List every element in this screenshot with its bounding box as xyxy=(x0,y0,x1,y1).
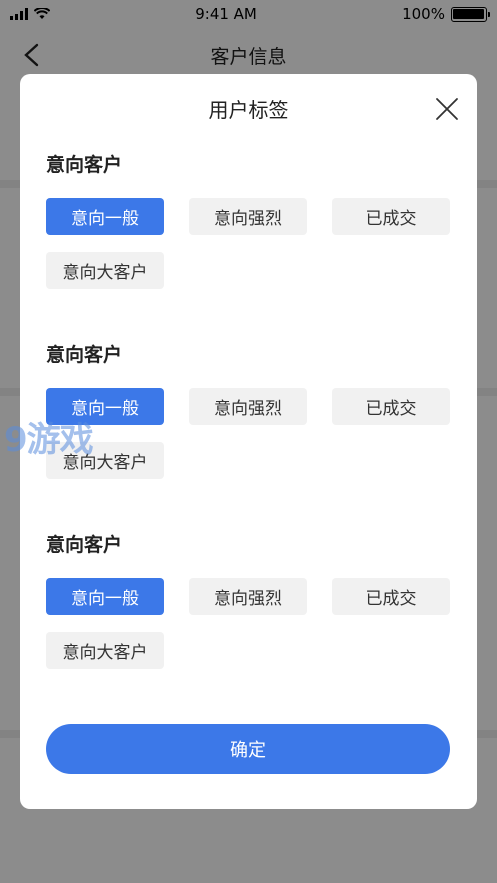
tag-option[interactable]: 意向大客户 xyxy=(46,252,164,289)
tag-option[interactable]: 意向一般 xyxy=(46,198,164,235)
modal-title: 用户标签 xyxy=(208,98,289,122)
tag-group-title: 意向客户 xyxy=(46,344,123,366)
tag-option[interactable]: 已成交 xyxy=(332,388,450,425)
tag-option[interactable]: 意向强烈 xyxy=(189,388,307,425)
confirm-button[interactable]: 确定 xyxy=(46,724,450,774)
tag-option[interactable]: 意向强烈 xyxy=(189,198,307,235)
tag-option[interactable]: 已成交 xyxy=(332,198,450,235)
tag-group: 意向客户 意向一般 意向强烈 已成交 意向大客户 xyxy=(46,342,456,479)
watermark-logo: 9游戏 xyxy=(4,420,94,460)
tag-option[interactable]: 意向大客户 xyxy=(46,632,164,669)
tag-group: 意向客户意向一般 意向强烈 已成交意向大客户 xyxy=(46,532,456,669)
close-icon[interactable] xyxy=(435,97,459,121)
tag-option[interactable]: 已成交 xyxy=(332,578,450,615)
tag-group: 意向客户意向一般 意向强烈 已成交意向大客户 xyxy=(46,152,456,289)
tag-group-title: 意向客户 xyxy=(46,534,123,556)
tag-option[interactable]: 意向一般 xyxy=(46,578,164,615)
tag-option[interactable]: 意向强烈 xyxy=(189,578,307,615)
tag-group-title: 意向客户 xyxy=(46,154,123,176)
